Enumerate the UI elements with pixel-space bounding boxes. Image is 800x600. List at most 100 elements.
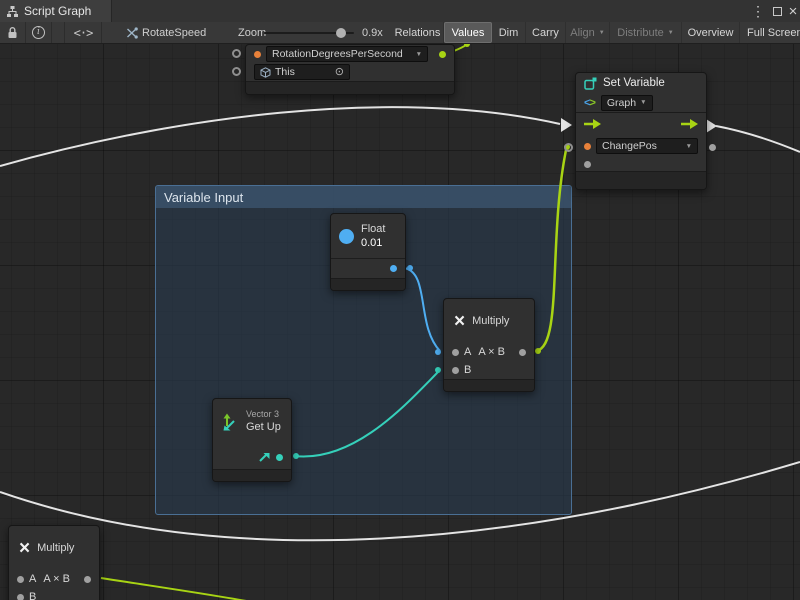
input-a-label: A <box>29 573 36 585</box>
scope-dropdown[interactable]: Graph ▼ <box>601 95 653 111</box>
node-footer <box>213 469 291 481</box>
input-b-port[interactable] <box>17 594 24 600</box>
toolbar-button-relations[interactable]: Relations <box>392 22 444 43</box>
zoom-value: 0.9x <box>362 22 383 43</box>
node-title: Set Variable <box>603 77 665 89</box>
node-float-literal[interactable]: Float 0.01 <box>330 213 406 291</box>
float-value-field[interactable]: 0.01 <box>361 236 385 250</box>
bound-variable-label: RotateSpeed <box>142 22 206 43</box>
toolbar-button-distribute[interactable]: Distribute▼ <box>610 22 682 43</box>
node-multiply[interactable]: × Multiply A A × B B <box>443 298 535 392</box>
vector3-axis-icon <box>221 413 239 431</box>
node-header[interactable]: × Multiply <box>9 526 99 570</box>
input-b-label: B <box>29 591 36 600</box>
input-a-port[interactable] <box>452 349 459 356</box>
code-icon: <·> <box>74 26 93 40</box>
close-button[interactable]: × <box>786 0 800 22</box>
node-header[interactable]: Set Variable <box>576 73 706 93</box>
toolbar-button-carry[interactable]: Carry <box>526 22 566 43</box>
node-title: Get Up <box>246 420 281 434</box>
object-picker-icon[interactable]: ⊙ <box>335 67 344 77</box>
node-footer <box>331 278 405 290</box>
input-b-port[interactable] <box>452 367 459 374</box>
scope-row: <> Graph ▼ <box>576 93 706 113</box>
tab-script-graph[interactable]: Script Graph <box>0 0 112 22</box>
info-icon: i <box>32 26 45 39</box>
group-title: Variable Input <box>164 190 243 205</box>
string-port[interactable] <box>584 143 591 150</box>
node-header[interactable]: × Multiply <box>444 299 534 343</box>
lock-button[interactable] <box>0 22 26 43</box>
toolbar-button-values[interactable]: Values <box>444 22 492 43</box>
variable-icon <box>584 77 597 90</box>
node-title: Multiply <box>37 542 74 554</box>
input-a-label: A <box>464 346 471 358</box>
kebab-menu-button[interactable]: ⋮ <box>750 0 766 22</box>
inspect-button[interactable]: i <box>26 22 52 43</box>
value-input-port[interactable] <box>564 143 573 152</box>
output-label: A × B <box>43 573 70 585</box>
toolbar-button-fullscreen[interactable]: Full Screen <box>740 22 800 43</box>
input-a-port[interactable] <box>17 576 24 583</box>
flow-out-port[interactable] <box>680 118 699 130</box>
maximize-icon <box>773 7 782 16</box>
value-port[interactable] <box>584 161 591 168</box>
node-get-variable[interactable]: RotationDegreesPerSecond ▼ This ⊙ <box>245 44 455 95</box>
chevron-down-icon: ▼ <box>599 30 605 36</box>
node-multiply-2[interactable]: × Multiply A A × B B <box>8 525 100 600</box>
toolbar-button-overview[interactable]: Overview <box>682 22 740 43</box>
toolbar-button-dim[interactable]: Dim <box>492 22 526 43</box>
toolbar-button-align[interactable]: Align▼ <box>566 22 610 43</box>
input-b-label: B <box>464 364 471 376</box>
multiply-icon: × <box>454 312 465 331</box>
flow-in-port[interactable] <box>583 118 602 130</box>
input-port[interactable] <box>232 67 241 76</box>
variable-ref-icon <box>126 27 138 39</box>
graph-toolbar: i <·> RotateSpeed Zoom 0.9x Relations Va… <box>0 22 800 44</box>
title-bar: Script Graph ⋮ × <box>0 0 800 22</box>
node-header[interactable]: Vector 3 Get Up <box>213 399 291 445</box>
type-label: Float <box>361 222 385 236</box>
scope-value: Graph <box>607 97 636 109</box>
script-graph-window: Variable Input RotationDegreesPerSecond <box>0 0 800 600</box>
value-output-port[interactable] <box>709 144 716 151</box>
output-port[interactable] <box>84 576 91 583</box>
variable-name-dropdown[interactable]: ChangePos ▼ <box>596 138 698 154</box>
output-label: A × B <box>478 346 505 358</box>
target-object-field[interactable]: This ⊙ <box>254 64 350 80</box>
node-footer <box>444 379 534 391</box>
maximize-button[interactable] <box>768 0 786 22</box>
node-header[interactable]: Float 0.01 <box>331 214 405 258</box>
variable-name-value: ChangePos <box>602 140 657 152</box>
input-port[interactable] <box>232 49 241 58</box>
lock-icon <box>7 26 18 39</box>
node-get-up[interactable]: Vector 3 Get Up <box>212 398 292 482</box>
close-icon: × <box>789 3 798 20</box>
node-footer <box>246 81 454 94</box>
chevron-down-icon: ▼ <box>640 99 646 106</box>
variable-name-dropdown[interactable]: RotationDegreesPerSecond ▼ <box>266 46 428 62</box>
zoom-slider-knob[interactable] <box>336 28 346 38</box>
node-title: Multiply <box>472 315 509 327</box>
kebab-icon: ⋮ <box>751 3 765 20</box>
multiply-icon: × <box>19 539 30 558</box>
script-graph-icon <box>6 5 19 18</box>
variable-name-value: RotationDegreesPerSecond <box>272 48 403 60</box>
float-icon <box>339 229 354 244</box>
target-label: This <box>275 66 295 78</box>
group-header[interactable]: Variable Input <box>156 186 571 208</box>
zoom-label: Zoom <box>238 22 266 43</box>
chevron-down-icon: ▼ <box>686 143 692 150</box>
type-label: Vector 3 <box>246 409 281 420</box>
window-title: Script Graph <box>24 4 91 18</box>
output-port[interactable] <box>519 349 526 356</box>
edit-graph-button[interactable]: <·> <box>64 22 102 43</box>
value-output-port[interactable] <box>390 265 397 272</box>
value-output-port[interactable] <box>439 51 446 58</box>
string-port[interactable] <box>254 51 261 58</box>
node-set-variable[interactable]: Set Variable <> Graph ▼ ChangePos ▼ <box>575 72 707 190</box>
value-output-port[interactable] <box>276 454 283 461</box>
zoom-slider[interactable] <box>264 32 354 34</box>
chevron-down-icon: ▼ <box>416 51 422 58</box>
node-footer <box>576 171 706 189</box>
